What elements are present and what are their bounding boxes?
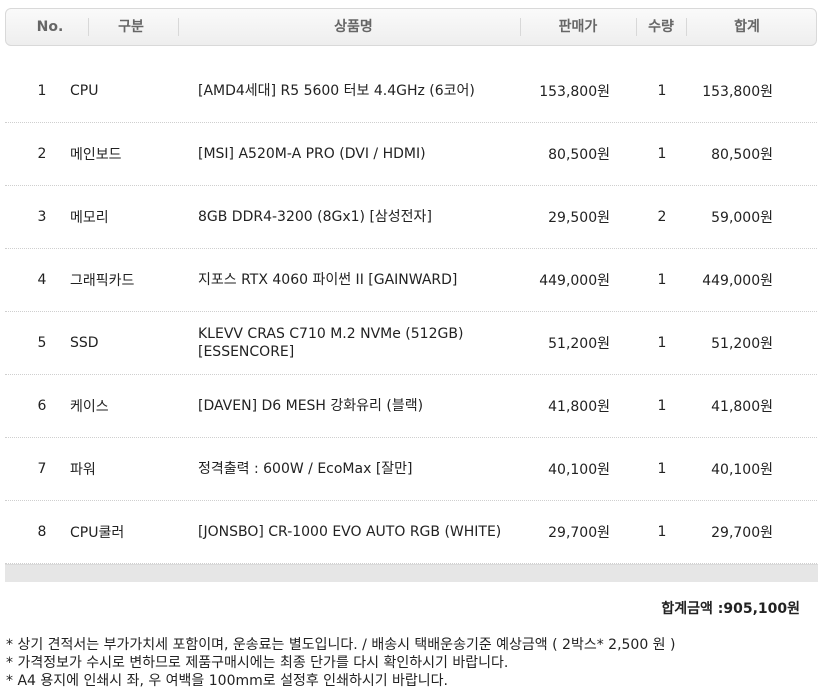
row-price: 29,700원 bbox=[548, 525, 610, 541]
row-price: 40,100원 bbox=[548, 462, 610, 478]
row-number: 4 bbox=[37, 272, 47, 288]
table-row: 4 그래픽카드 지포스 RTX 4060 파이썬 II [GAINWARD] 449,… bbox=[5, 249, 817, 312]
table-row: 2 메인보드 [MSI] A520M-A PRO (DVI / HDMI) 80,50… bbox=[5, 123, 817, 186]
horizontal-scrollbar[interactable] bbox=[5, 564, 818, 582]
header-category: 구분 bbox=[118, 19, 144, 35]
row-quantity: 1 bbox=[657, 272, 667, 288]
notes: * 상기 견적서는 부가가치세 포함이며, 운송료는 별도입니다. / 배송시 … bbox=[6, 636, 826, 690]
row-product-name: 8GB DDR4-3200 (8Gx1) [삼성전자] bbox=[198, 209, 432, 225]
row-category: CPU bbox=[70, 83, 99, 99]
row-category: SSD bbox=[70, 335, 99, 351]
row-price: 80,500원 bbox=[548, 147, 610, 163]
row-product-name: [DAVEN] D6 MESH 강화유리 (블랙) bbox=[198, 398, 424, 414]
row-product-name: [JONSBO] CR-1000 EVO AUTO RGB (WHITE) bbox=[198, 524, 502, 540]
row-category: 파워 bbox=[70, 462, 96, 478]
row-price: 153,800원 bbox=[539, 84, 610, 100]
row-price: 41,800원 bbox=[548, 399, 610, 415]
row-category: 그래픽카드 bbox=[70, 273, 135, 289]
header-total: 합계 bbox=[734, 19, 760, 35]
row-number: 8 bbox=[37, 524, 47, 540]
note-line: * A4 용지에 인쇄시 좌, 우 여백을 100mm로 설정후 인쇄하시기 바… bbox=[6, 673, 449, 689]
row-category: CPU쿨러 bbox=[70, 525, 125, 541]
row-price: 29,500원 bbox=[548, 210, 610, 226]
row-number: 2 bbox=[37, 146, 47, 162]
grand-total: 합계금액 :905,100원 bbox=[661, 601, 800, 617]
row-product-name: 정격출력 : 600W / EcoMax [잘만] bbox=[198, 461, 413, 477]
row-total: 59,000원 bbox=[711, 210, 773, 226]
row-total: 80,500원 bbox=[711, 147, 773, 163]
row-quantity: 1 bbox=[657, 146, 667, 162]
row-total: 29,700원 bbox=[711, 525, 773, 541]
row-quantity: 2 bbox=[657, 209, 667, 225]
header-divider bbox=[520, 18, 521, 36]
table-header: No. 구분 상품명 판매가 수량 합계 bbox=[5, 8, 817, 46]
row-product-name: KLEVV CRAS C710 M.2 NVMe (512GB) [ESSENC… bbox=[198, 326, 464, 360]
row-total: 51,200원 bbox=[711, 336, 773, 352]
row-quantity: 1 bbox=[657, 524, 667, 540]
row-number: 6 bbox=[37, 398, 47, 414]
row-total: 41,800원 bbox=[711, 399, 773, 415]
table-row: 7 파워 정격출력 : 600W / EcoMax [잘만] 40,100원 1 40,1… bbox=[5, 438, 817, 501]
row-total: 40,100원 bbox=[711, 462, 773, 478]
row-price: 449,000원 bbox=[539, 273, 610, 289]
row-number: 1 bbox=[37, 83, 47, 99]
header-product: 상품명 bbox=[334, 19, 373, 35]
row-quantity: 1 bbox=[657, 398, 667, 414]
row-price: 51,200원 bbox=[548, 336, 610, 352]
header-price: 판매가 bbox=[558, 19, 598, 35]
row-number: 5 bbox=[37, 335, 47, 351]
row-quantity: 1 bbox=[657, 83, 667, 99]
table-body: 1 CPU [AMD4세대] R5 5600 터보 4.4GHz (6코어) 153,… bbox=[5, 60, 817, 564]
header-divider bbox=[88, 18, 89, 36]
table-row: 6 케이스 [DAVEN] D6 MESH 강화유리 (블랙) 41,800원 1 41,… bbox=[5, 375, 817, 438]
table-row: 8 CPU쿨러 [JONSBO] CR-1000 EVO AUTO RGB (WHI… bbox=[5, 501, 817, 564]
table-row: 1 CPU [AMD4세대] R5 5600 터보 4.4GHz (6코어) 153,… bbox=[5, 60, 817, 123]
header-divider bbox=[178, 18, 179, 36]
row-number: 7 bbox=[37, 461, 47, 477]
row-total: 449,000원 bbox=[702, 273, 773, 289]
row-category: 케이스 bbox=[70, 399, 109, 415]
note-line: * 상기 견적서는 부가가치세 포함이며, 운송료는 별도입니다. / 배송시 … bbox=[6, 637, 676, 653]
row-total: 153,800원 bbox=[702, 84, 773, 100]
note-line: * 가격정보가 수시로 변하므로 제품구매시에는 최종 단가를 다시 확인하시기… bbox=[6, 655, 509, 671]
row-product-name: [MSI] A520M-A PRO (DVI / HDMI) bbox=[198, 146, 426, 162]
header-divider bbox=[686, 18, 687, 36]
row-category: 메모리 bbox=[70, 210, 109, 226]
row-quantity: 1 bbox=[657, 461, 667, 477]
row-product-name: 지포스 RTX 4060 파이썬 II [GAINWARD] bbox=[198, 272, 458, 288]
table-row: 5 SSD KLEVV CRAS C710 M.2 NVMe (512GB) [ES… bbox=[5, 312, 817, 375]
header-qty: 수량 bbox=[648, 19, 674, 35]
row-category: 메인보드 bbox=[70, 147, 122, 163]
row-quantity: 1 bbox=[657, 335, 667, 351]
table-row: 3 메모리 8GB DDR4-3200 (8Gx1) [삼성전자] 29,500원 2 5… bbox=[5, 186, 817, 249]
row-product-name: [AMD4세대] R5 5600 터보 4.4GHz (6코어) bbox=[198, 83, 475, 99]
header-divider bbox=[636, 18, 637, 36]
row-number: 3 bbox=[37, 209, 47, 225]
header-no: No. bbox=[36, 19, 64, 35]
